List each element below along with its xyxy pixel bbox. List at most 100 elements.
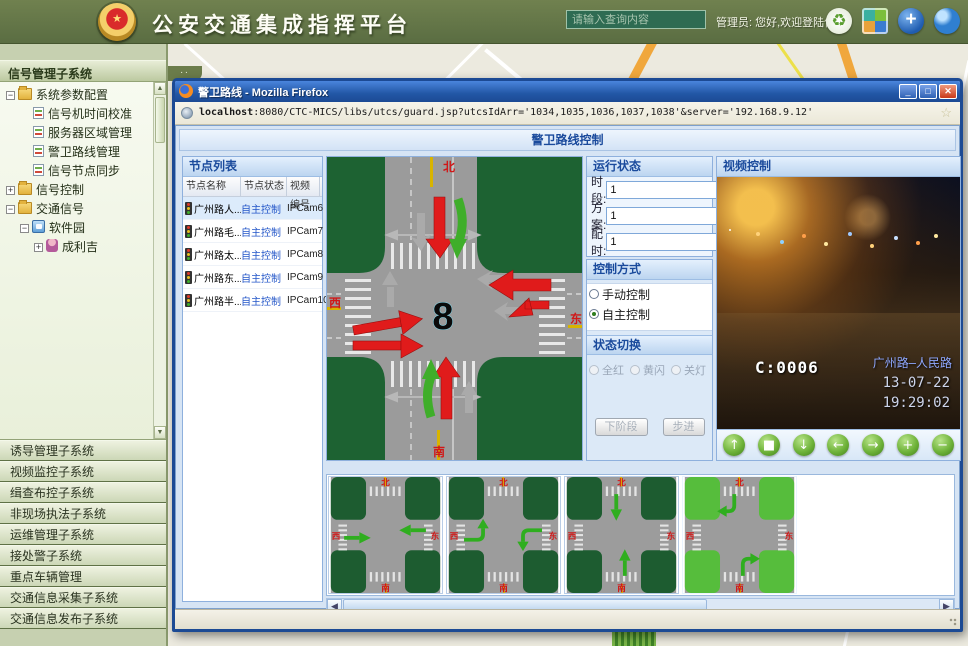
- sidebar-item[interactable]: 交通信息发布子系统: [0, 608, 166, 629]
- svg-text:西: 西: [450, 531, 459, 541]
- minus-toggle-icon[interactable]: −: [6, 91, 15, 100]
- add-icon[interactable]: +: [898, 8, 924, 34]
- camera-up-button[interactable]: ↑: [723, 434, 745, 456]
- node-status-link[interactable]: 自主控制: [241, 247, 287, 262]
- table-row[interactable]: 广州路半...自主控制IPCam10: [183, 289, 322, 312]
- control-mode-option[interactable]: 手动控制: [587, 284, 712, 304]
- sidebar-item[interactable]: 诱导管理子系统: [0, 440, 166, 461]
- sidebar-item[interactable]: 缉查布控子系统: [0, 482, 166, 503]
- tree-item[interactable]: − 系统参数配置: [2, 86, 152, 105]
- svg-text:北: 北: [499, 477, 508, 488]
- node-video-id: IPCam9: [287, 272, 320, 283]
- url-text[interactable]: localhost:8080/CTC-MICS/libs/utcs/guard.…: [199, 107, 813, 118]
- apps-grid-icon[interactable]: [862, 8, 888, 34]
- node-name-cell: 广州路毛...: [183, 224, 241, 239]
- scroll-down-icon[interactable]: ▼: [154, 426, 166, 439]
- tree-item[interactable]: + 信号控制: [2, 181, 152, 200]
- svg-text:北: 北: [617, 477, 626, 488]
- minimize-button[interactable]: _: [899, 84, 917, 99]
- tree-item-label: 信号节点同步: [48, 164, 120, 178]
- node-status-link[interactable]: 自主控制: [241, 270, 287, 285]
- phase-thumbnail-ew-straight[interactable]: 北西东南: [328, 476, 443, 594]
- camera-down-button[interactable]: ↓: [793, 434, 815, 456]
- search-input[interactable]: [566, 10, 706, 29]
- road-surface: [717, 313, 960, 429]
- url-bar[interactable]: localhost:8080/CTC-MICS/libs/utcs/guard.…: [175, 102, 960, 125]
- globe-icon[interactable]: [934, 8, 960, 34]
- table-row[interactable]: 广州路毛...自主控制IPCam7: [183, 220, 322, 243]
- tree-item[interactable]: 信号节点同步: [2, 162, 152, 181]
- node-status-link[interactable]: 自主控制: [241, 201, 287, 216]
- tree-item[interactable]: −软件园: [2, 219, 152, 238]
- tree-item-label: 信号控制: [36, 183, 84, 197]
- tree-scrollbar[interactable]: ▲ ▼: [153, 82, 166, 439]
- radio-icon[interactable]: [589, 289, 599, 299]
- scroll-up-icon[interactable]: ▲: [154, 82, 166, 95]
- node-list-panel: 节点列表 节点名称节点状态视频编号 广州路人...自主控制IPCam6广州路毛.…: [182, 156, 323, 602]
- window-titlebar[interactable]: 警卫路线 - Mozilla Firefox _ □ ✕: [175, 81, 960, 102]
- radio-icon[interactable]: [589, 309, 599, 319]
- plus-toggle-icon[interactable]: +: [6, 186, 15, 195]
- minus-toggle-icon[interactable]: −: [6, 205, 15, 214]
- radio-icon: [589, 365, 599, 375]
- resize-grip[interactable]: [948, 617, 958, 627]
- page-icon: [33, 107, 44, 119]
- app-title: 公安交通集成指挥平台: [152, 9, 412, 39]
- svg-text:东: 东: [431, 530, 440, 541]
- phase-thumbnails: 北西东南北西东南北西东南北西东南: [326, 474, 955, 596]
- phase-thumbnail-ns-left[interactable]: 北西东南: [682, 476, 797, 594]
- sidebar: 信号管理子系统 − 系统参数配置信号机时间校准服务器区域管理警卫路线管理信号节点同…: [0, 44, 168, 646]
- sidebar-item[interactable]: 非现场执法子系统: [0, 503, 166, 524]
- phase-thumbnail-ew-left[interactable]: 北西东南: [446, 476, 561, 594]
- table-row[interactable]: 广州路太...自主控制IPCam8: [183, 243, 322, 266]
- node-status-link[interactable]: 自主控制: [241, 224, 287, 239]
- radio-icon: [671, 365, 681, 375]
- sidebar-item[interactable]: 重点车辆管理: [0, 566, 166, 587]
- camera-plus-button[interactable]: +: [897, 434, 919, 456]
- tree-item[interactable]: 信号机时间校准: [2, 105, 152, 124]
- node-column-header[interactable]: 节点名称: [183, 177, 241, 196]
- window-statusbar: [175, 609, 960, 629]
- camera-stop-button[interactable]: ■: [758, 434, 780, 456]
- node-name: 广州路人...: [194, 201, 241, 216]
- maximize-button[interactable]: □: [919, 84, 937, 99]
- sidebar-title[interactable]: 信号管理子系统: [0, 60, 166, 82]
- sidebar-item[interactable]: 接处警子系统: [0, 545, 166, 566]
- node-status-link[interactable]: 自主控制: [241, 293, 287, 308]
- app-icon: [32, 220, 45, 233]
- camera-right-button[interactable]: →: [862, 434, 884, 456]
- ptz-controls: ↑ ■ ↓ ← → +−: [717, 429, 960, 460]
- phase-button[interactable]: 下阶段: [595, 418, 648, 436]
- minus-toggle-icon[interactable]: −: [20, 224, 29, 233]
- intersection-map[interactable]: 8 北 东 西 南: [326, 156, 583, 461]
- browser-window: 警卫路线 - Mozilla Firefox _ □ ✕ localhost:8…: [172, 78, 963, 632]
- tree-item[interactable]: +成利吉: [2, 238, 152, 257]
- bookmark-star-icon[interactable]: ☆: [940, 105, 952, 121]
- tree-item[interactable]: 服务器区域管理: [2, 124, 152, 143]
- camera-feed[interactable]: C:0006 广州路—人民路 13-07-22 19:29:02: [717, 177, 960, 429]
- sidebar-item[interactable]: 视频监控子系统: [0, 461, 166, 482]
- firefox-icon: [179, 84, 193, 98]
- plus-toggle-icon[interactable]: +: [34, 243, 43, 252]
- traffic-light-icon: [185, 225, 192, 238]
- node-column-header[interactable]: 视频编号: [287, 177, 320, 196]
- node-column-header[interactable]: 节点状态: [241, 177, 287, 196]
- sidebar-item[interactable]: 交通信息采集子系统: [0, 587, 166, 608]
- svg-text:南: 南: [617, 582, 626, 593]
- close-button[interactable]: ✕: [939, 84, 957, 99]
- phase-thumbnail-ns-straight[interactable]: 北西东南: [564, 476, 679, 594]
- table-row[interactable]: 广州路东...自主控制IPCam9: [183, 266, 322, 289]
- sidebar-item[interactable]: 运维管理子系统: [0, 524, 166, 545]
- street-lights: [729, 229, 731, 231]
- camera-left-button[interactable]: ←: [827, 434, 849, 456]
- camera-minus-button[interactable]: −: [932, 434, 954, 456]
- phase-button[interactable]: 步进: [663, 418, 705, 436]
- control-mode-option[interactable]: 自主控制: [587, 304, 712, 324]
- camera-location-osd: 广州路—人民路: [873, 354, 952, 371]
- tree-item[interactable]: 警卫路线管理: [2, 143, 152, 162]
- recycle-icon[interactable]: ♻: [826, 8, 852, 34]
- tree-item-label: 系统参数配置: [36, 88, 108, 102]
- scrollbar-thumb[interactable]: [155, 97, 165, 143]
- tree-item[interactable]: −交通信号: [2, 200, 152, 219]
- node-name: 广州路太...: [194, 247, 241, 262]
